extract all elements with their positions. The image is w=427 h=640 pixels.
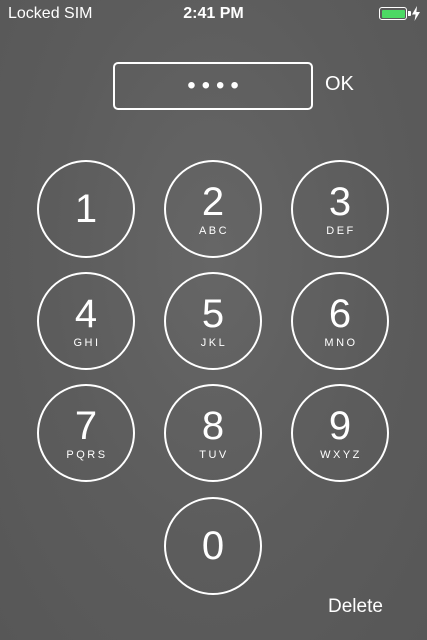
- key-letters: ABC: [198, 225, 230, 237]
- key-1[interactable]: 1: [37, 160, 135, 258]
- key-digit: 1: [74, 187, 98, 231]
- key-4[interactable]: 4 GHI: [37, 272, 135, 370]
- key-digit: 3: [328, 180, 352, 224]
- pin-masked-dots: ••••: [187, 72, 245, 99]
- key-letters: MNO: [324, 337, 358, 349]
- key-0[interactable]: 0: [164, 497, 262, 595]
- key-digit: 2: [201, 180, 225, 224]
- key-digit: 4: [74, 292, 98, 336]
- ok-button[interactable]: OK: [325, 73, 354, 96]
- key-9[interactable]: 9 WXYZ: [291, 384, 389, 482]
- key-letters: GHI: [73, 337, 101, 349]
- key-6[interactable]: 6 MNO: [291, 272, 389, 370]
- key-letters: WXYZ: [320, 449, 362, 461]
- key-5[interactable]: 5 JKL: [164, 272, 262, 370]
- key-letters: PQRS: [66, 449, 108, 461]
- lightning-bolt-icon: [412, 6, 420, 21]
- key-digit: 8: [201, 404, 225, 448]
- key-8[interactable]: 8 TUV: [164, 384, 262, 482]
- key-letters: DEF: [326, 225, 356, 237]
- status-time: 2:41 PM: [183, 5, 244, 22]
- key-3[interactable]: 3 DEF: [291, 160, 389, 258]
- key-letters: JKL: [200, 337, 228, 349]
- key-7[interactable]: 7 PQRS: [37, 384, 135, 482]
- key-digit: 0: [201, 524, 225, 568]
- battery-level-fill: [381, 9, 405, 18]
- status-bar: Locked SIM 2:41 PM: [0, 0, 427, 28]
- battery-icon: [379, 7, 411, 20]
- key-2[interactable]: 2 ABC: [164, 160, 262, 258]
- key-digit: 7: [74, 404, 98, 448]
- delete-button[interactable]: Delete: [328, 596, 383, 618]
- key-digit: 5: [201, 292, 225, 336]
- pin-input-field[interactable]: ••••: [113, 62, 313, 110]
- sim-pin-lock-screen: Locked SIM 2:41 PM •••• OK 1 2 ABC 3 DEF…: [0, 0, 427, 640]
- key-digit: 9: [328, 404, 352, 448]
- key-digit: 6: [328, 292, 352, 336]
- key-letters: TUV: [199, 449, 229, 461]
